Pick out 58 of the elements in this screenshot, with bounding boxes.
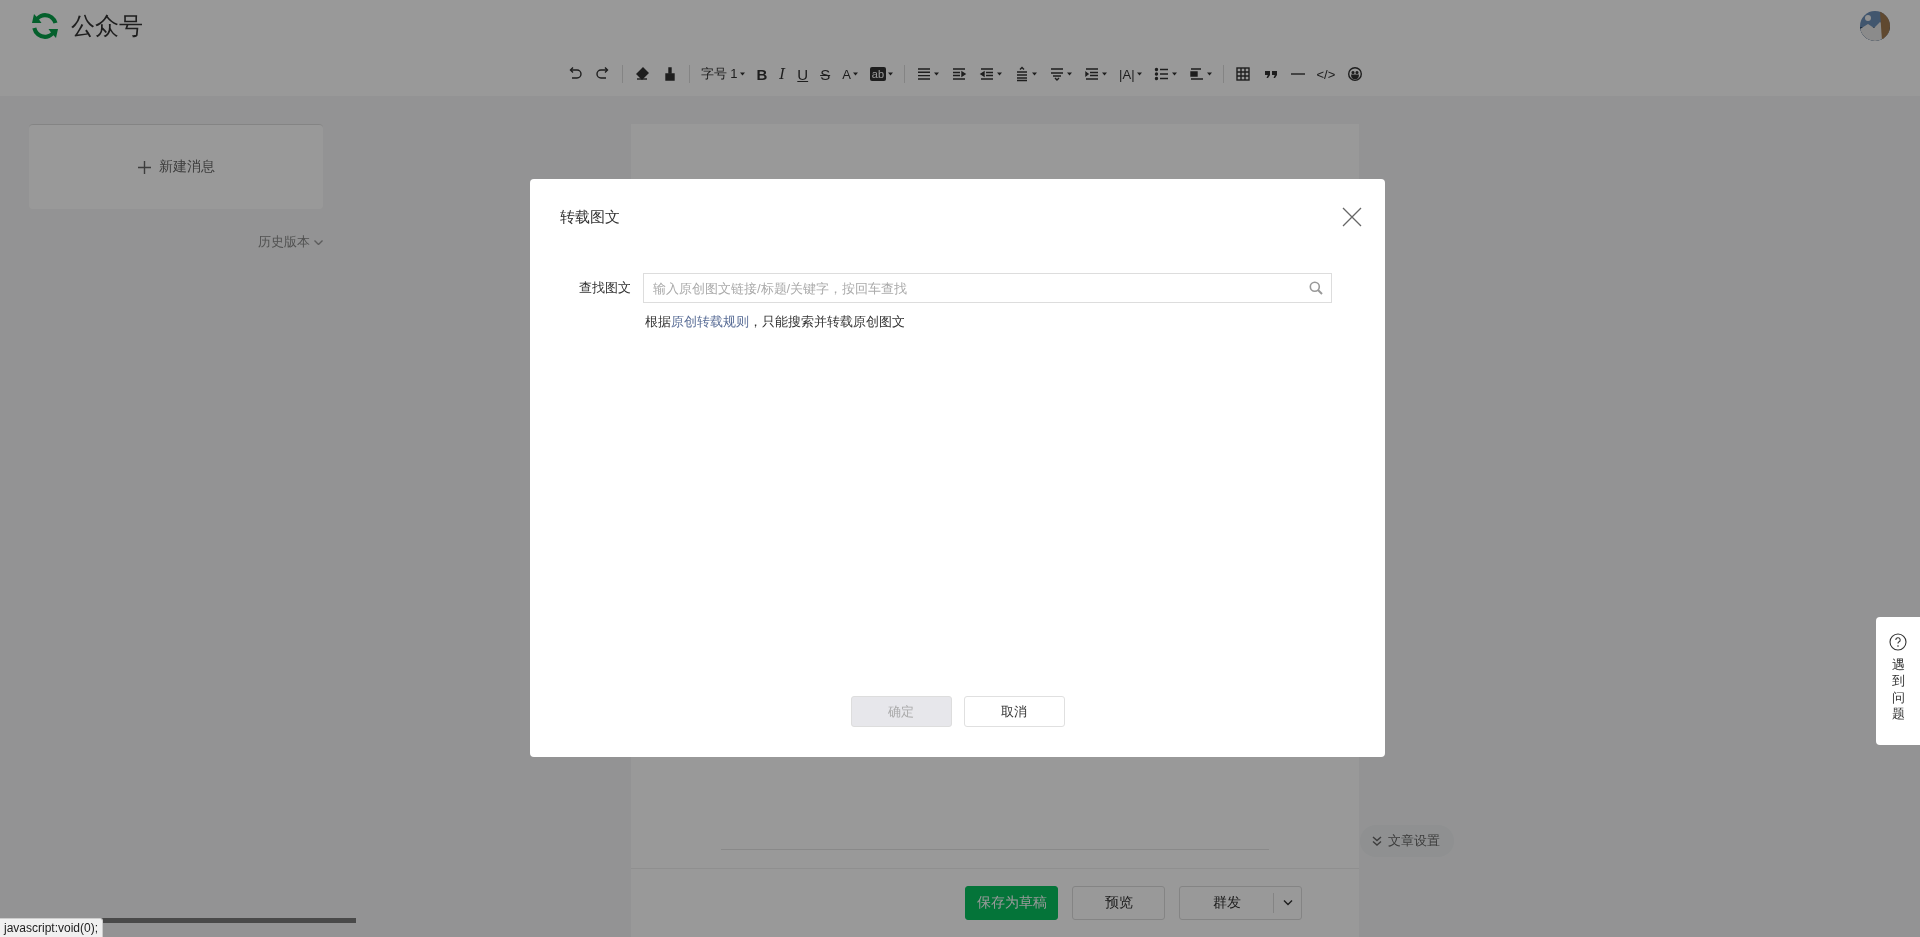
caret-icon — [1067, 72, 1073, 76]
help-label: 遇到问题 — [1891, 657, 1905, 722]
scroll-bar[interactable] — [100, 918, 356, 923]
horizontal-rule-icon — [1290, 73, 1305, 75]
caret-icon — [888, 72, 894, 76]
redo-icon — [594, 66, 611, 82]
search-icon — [1309, 281, 1323, 295]
publish-split-button[interactable]: 群发 — [1179, 886, 1302, 920]
app-title: 公众号 — [71, 11, 143, 41]
cancel-button[interactable]: 取消 — [963, 696, 1065, 727]
preview-button[interactable]: 预览 — [1072, 886, 1165, 920]
caret-icon — [1171, 72, 1177, 76]
bullet-list-icon — [1153, 66, 1170, 82]
hint-text: 根据原创转载规则，只能搜索并转载原创图文 — [645, 313, 906, 331]
emoji-icon — [1347, 66, 1364, 82]
caret-icon — [1102, 72, 1108, 76]
toolbar-button[interactable]: </> — [1311, 60, 1341, 88]
toolbar-button[interactable]: A — [837, 60, 863, 88]
logo-icon — [29, 10, 61, 42]
outdent-icon — [979, 66, 996, 82]
status-bar: javascript:void(0); — [0, 918, 104, 937]
plus-icon — [137, 160, 151, 174]
close-icon — [1341, 206, 1363, 228]
question-icon — [1889, 633, 1907, 651]
indent-icon — [951, 66, 968, 82]
highlight-button[interactable]: ab — [864, 60, 899, 88]
close-button[interactable] — [1341, 206, 1363, 228]
caret-icon — [1032, 72, 1038, 76]
caret-icon — [739, 72, 745, 76]
toolbar-button[interactable]: |A| — [1114, 60, 1147, 88]
new-message-button[interactable]: 新建消息 — [29, 124, 323, 209]
toolbar-button[interactable]: 字号 1 — [695, 60, 750, 88]
align-justify-icon — [916, 66, 933, 82]
chevron-down-icon — [314, 239, 323, 245]
chevron-down-icon — [1282, 900, 1293, 906]
bold-button[interactable]: B — [751, 60, 773, 88]
publish-button[interactable]: 群发 — [1180, 887, 1273, 919]
caret-icon — [852, 72, 858, 76]
help-button[interactable]: 遇到问题 — [1876, 617, 1920, 745]
new-message-label: 新建消息 — [158, 158, 215, 176]
align-left-icon — [1188, 66, 1205, 82]
article-settings-label: 文章设置 — [1388, 832, 1440, 850]
caret-icon — [1136, 72, 1142, 76]
caret-icon — [934, 72, 940, 76]
caret-icon — [997, 72, 1003, 76]
caret-icon — [1206, 72, 1212, 76]
search-field[interactable]: 输入原创图文链接/标题/关键字，按回车查找 — [643, 273, 1332, 303]
list-indent-icon — [1084, 66, 1101, 82]
field-label: 查找图文 — [579, 279, 631, 297]
dialog-title: 转载图文 — [560, 207, 620, 227]
paragraph-spacing-icon — [1049, 66, 1066, 82]
rules-link[interactable]: 原创转载规则 — [671, 314, 749, 329]
underline-button[interactable]: U — [792, 60, 814, 88]
strikethrough-button[interactable]: S — [815, 60, 836, 88]
double-chevron-icon — [1372, 836, 1382, 846]
article-settings-button[interactable]: 文章设置 — [1360, 825, 1454, 857]
italic-button[interactable]: I — [774, 60, 791, 88]
table-icon — [1234, 66, 1251, 82]
